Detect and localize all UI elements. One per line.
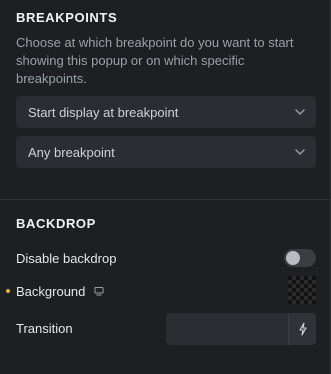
start-breakpoint-select-value: Start display at breakpoint — [28, 104, 179, 120]
disable-backdrop-toggle[interactable] — [284, 249, 316, 267]
modified-indicator-dot — [6, 289, 10, 293]
dynamic-data-button[interactable] — [288, 313, 316, 345]
start-breakpoint-select[interactable]: Start display at breakpoint — [16, 96, 316, 128]
transition-label: Transition — [16, 321, 73, 336]
specific-breakpoint-select[interactable]: Any breakpoint — [16, 136, 316, 168]
popup-settings-panel: BREAKPOINTS Choose at which breakpoint d… — [0, 0, 331, 374]
chevron-down-icon — [295, 109, 305, 115]
bolt-icon — [298, 322, 307, 336]
breakpoints-title: BREAKPOINTS — [16, 10, 118, 25]
transition-input[interactable] — [166, 313, 288, 345]
toggle-knob — [286, 251, 300, 265]
screen-icon[interactable] — [94, 286, 104, 296]
breakpoints-description: Choose at which breakpoint do you want t… — [16, 35, 294, 86]
backdrop-title: BACKDROP — [16, 216, 96, 231]
background-label: Background — [16, 284, 86, 299]
chevron-down-icon — [295, 149, 305, 155]
section-divider — [0, 199, 331, 200]
disable-backdrop-label: Disable backdrop — [16, 251, 117, 266]
specific-breakpoint-select-value: Any breakpoint — [28, 144, 115, 160]
background-color-swatch[interactable] — [288, 276, 316, 304]
